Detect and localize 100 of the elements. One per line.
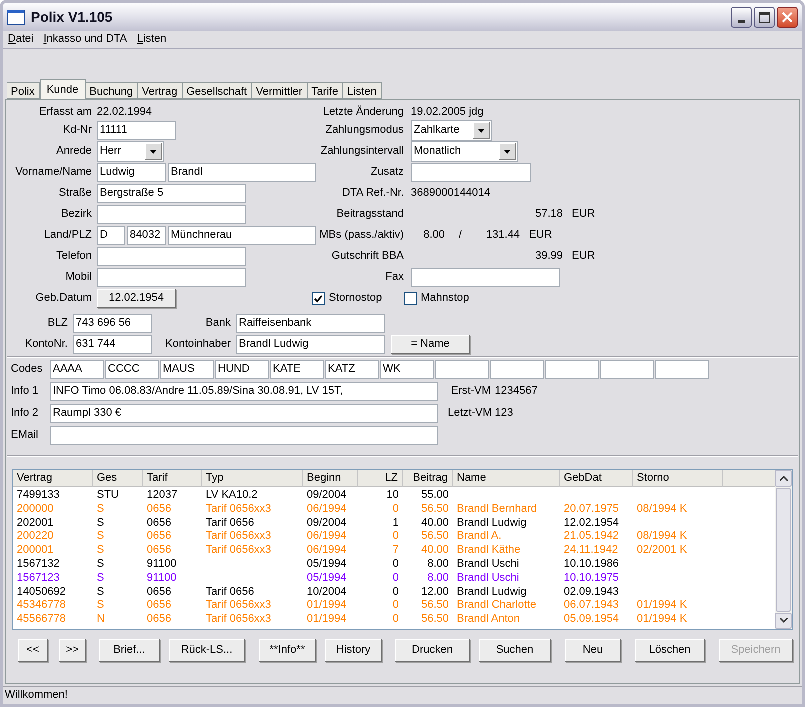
table-cell: 09/2004 [307,516,347,529]
action-button[interactable]: >> [59,638,86,662]
table-row[interactable]: 1567123 S 91100 05/1994 0 8.00 Brandl Uschi 10.10.1975 [13,572,775,586]
action-button[interactable]: << [18,638,48,662]
maximize-button[interactable] [754,6,775,28]
field-label: Zahlungsmodus [324,123,405,138]
input-field[interactable] [97,268,246,287]
table-row[interactable]: 7499133 STU 12037 LV KA10.2 09/2004 10 55.00 [13,489,775,503]
input-field[interactable]: 84032 [127,226,166,245]
column-header[interactable]: GebDat [560,470,633,487]
action-button[interactable]: **Info** [259,638,316,662]
code-field[interactable]: WK [380,360,434,379]
code-field[interactable] [545,360,599,379]
dropdown[interactable]: Zahlkarte [411,120,492,141]
code-field[interactable]: KATE [270,360,324,379]
table-cell: 01/1994 K [637,599,688,612]
action-button[interactable]: Brief... [99,638,160,662]
table-cell: S [97,544,104,556]
input-field[interactable]: Brandl [168,163,316,182]
checkbox[interactable] [404,292,417,305]
field-value: 19.02.2005 jdg [411,104,484,120]
code-field[interactable] [600,360,654,379]
code-field[interactable] [490,360,544,379]
code-field[interactable] [655,360,709,379]
input-field[interactable] [411,163,531,182]
tab[interactable]: Listen [343,82,382,99]
column-header[interactable]: Vertrag [13,470,93,487]
close-button[interactable] [777,6,798,28]
menu-item[interactable]: Datei [8,31,34,48]
input-field[interactable] [97,247,246,266]
action-button[interactable]: History [325,638,382,662]
column-header[interactable]: Typ [202,470,303,487]
column-header[interactable]: Beitrag [403,470,453,487]
action-button[interactable]: Rück-LS... [169,638,245,662]
input-field[interactable] [411,268,560,287]
table-row[interactable]: 202001 S 0656 Tarif 0656 09/2004 1 40.00 Brandl Ludwig 12.02.1954 [13,516,775,530]
code-field[interactable]: HUND [215,360,269,379]
input-field[interactable]: Ludwig [97,163,166,182]
input-field[interactable]: 631 744 [73,335,152,354]
column-header[interactable]: Storno [633,470,723,487]
code-field[interactable]: AAAA [50,360,104,379]
input-field[interactable]: INFO Timo 06.08.83/Andre 11.05.89/Sina 30.08.91, LV 15T, [50,382,438,400]
field-label: Bank [204,316,232,332]
field-label: Bezirk [60,207,93,222]
code-field[interactable]: MAUS [160,360,214,379]
dropdown[interactable]: Herr [97,141,164,162]
code-field[interactable]: KATZ [325,360,379,379]
tab[interactable]: Tarife [308,82,344,99]
action-button[interactable]: Löschen [635,638,705,662]
column-header[interactable]: Name [453,470,560,487]
tab[interactable]: Kunde [40,79,86,99]
column-header[interactable]: LZ [358,470,403,487]
dropdown[interactable]: Monatlich [411,141,518,162]
name-button[interactable]: = Name [391,335,470,354]
input-field[interactable] [97,205,246,224]
tab[interactable]: Polix [7,82,40,99]
field-label: Zahlungsintervall [320,144,405,160]
action-button[interactable]: Neu [565,638,621,662]
input-field[interactable]: Münchnerau [168,226,316,245]
action-button[interactable]: Suchen [479,638,551,662]
input-field[interactable]: Brandl Ludwig [236,335,385,354]
input-field[interactable] [50,426,438,444]
scrollbar[interactable] [775,470,792,629]
menu-item[interactable]: Listen [137,31,167,48]
action-button[interactable]: Drucken [395,638,470,662]
menu-item[interactable]: Inkasso und DTA [44,31,128,48]
column-header[interactable]: Beginn [303,470,358,487]
tab[interactable]: Buchung [86,82,138,99]
input-field[interactable]: Raiffeisenbank [236,314,385,333]
field-label: Straße [58,186,93,202]
input-field[interactable]: Bergstraße 5 [97,184,246,203]
currency: EUR [572,207,596,222]
date-button[interactable]: 12.02.1954 [97,289,176,308]
checkbox[interactable] [312,292,325,305]
column-header[interactable]: Ges [93,470,143,487]
code-field[interactable] [435,360,489,379]
field-label: Geb.Datum [34,291,93,306]
column-header[interactable]: Tarif [143,470,202,487]
table-row[interactable]: 1567132 S 91100 05/1994 0 8.00 Brandl Uschi 10.10.1986 [13,558,775,572]
code-field[interactable]: CCCC [105,360,159,379]
table-cell: 200001 [17,544,54,556]
input-field[interactable]: 11111 [97,121,176,140]
input-field[interactable]: 743 696 56 [73,314,152,333]
table-cell: N [97,613,105,626]
input-field[interactable]: Raumpl 330 € [50,404,438,422]
tab[interactable]: Vertrag [138,82,183,99]
amount: 57.18 [534,207,563,222]
amount: 39.99 [534,249,563,264]
minimize-icon [738,20,745,22]
field-label: EMail [11,428,40,443]
table-cell: 0656 [147,544,172,556]
field-label: Anrede [56,144,93,160]
table-cell: S [97,572,104,584]
field-label: Erfasst am [38,104,93,120]
tab[interactable]: Vermittler [252,82,308,99]
table-row[interactable]: 14050692 S 0656 Tarif 0656 10/2004 0 12.00 Brandl Ludwig 02.09.1943 [13,586,775,600]
tab[interactable]: Gesellschaft [182,82,252,99]
input-field[interactable]: D [97,226,125,245]
table-cell: 06.07.1943 [564,599,620,612]
minimize-button[interactable] [731,6,752,28]
